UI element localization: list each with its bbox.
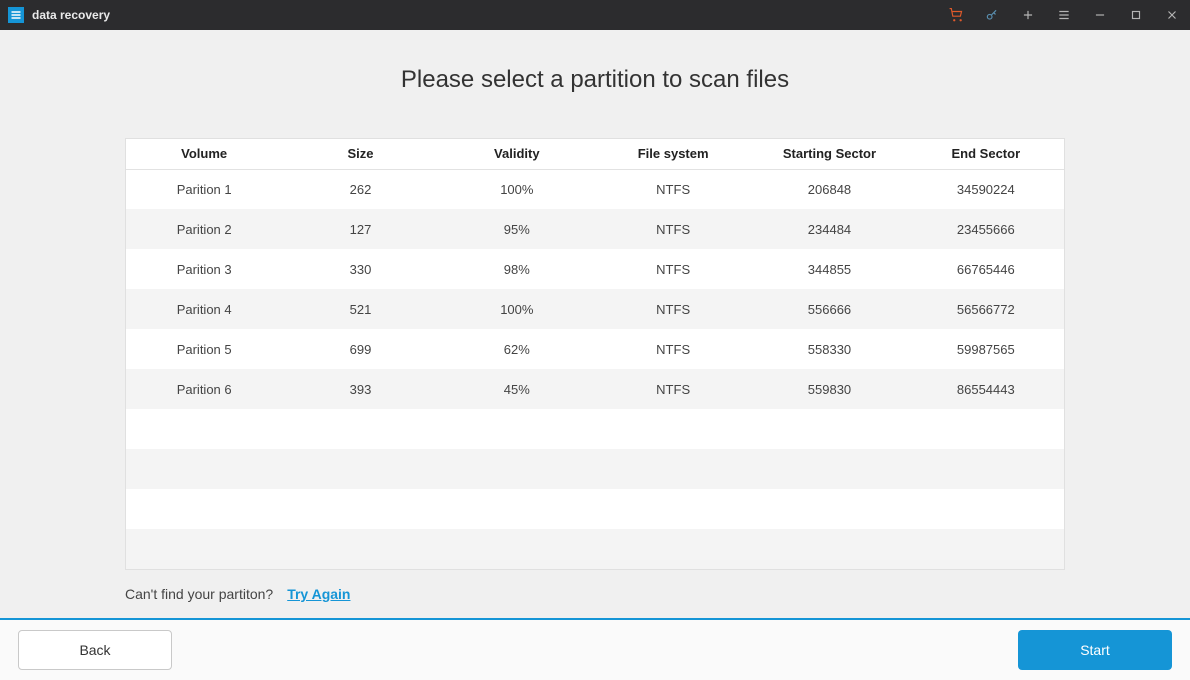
col-validity: Validity: [439, 139, 595, 169]
cell-volume: Parition 3: [126, 249, 282, 289]
cell-volume: Parition 1: [126, 169, 282, 209]
start-button[interactable]: Start: [1018, 630, 1172, 670]
col-volume: Volume: [126, 139, 282, 169]
cell-size: 127: [282, 209, 438, 249]
cell-filesystem: NTFS: [595, 289, 751, 329]
table-row[interactable]: Parition 639345%NTFS55983086554443: [126, 369, 1064, 409]
table-header-row: Volume Size Validity File system Startin…: [126, 139, 1064, 169]
titlebar-left: data recovery: [8, 7, 110, 23]
titlebar: data recovery: [0, 0, 1190, 30]
cell-start_sector: 558330: [751, 329, 907, 369]
partition-table-wrap: Volume Size Validity File system Startin…: [125, 138, 1065, 570]
cell-size: 393: [282, 369, 438, 409]
table-row-empty: [126, 489, 1064, 529]
cell-start_sector: 556666: [751, 289, 907, 329]
app-title: data recovery: [32, 8, 110, 22]
key-icon[interactable]: [974, 0, 1010, 30]
maximize-icon[interactable]: [1118, 0, 1154, 30]
cell-size: 262: [282, 169, 438, 209]
cell-size: 521: [282, 289, 438, 329]
cell-filesystem: NTFS: [595, 369, 751, 409]
close-icon[interactable]: [1154, 0, 1190, 30]
col-start-sector: Starting Sector: [751, 139, 907, 169]
cell-end_sector: 23455666: [908, 209, 1064, 249]
partition-table: Volume Size Validity File system Startin…: [126, 139, 1064, 569]
cell-size: 699: [282, 329, 438, 369]
table-row-empty: [126, 449, 1064, 489]
try-again-link[interactable]: Try Again: [287, 586, 350, 602]
col-end-sector: End Sector: [908, 139, 1064, 169]
cell-validity: 100%: [439, 169, 595, 209]
cell-size: 330: [282, 249, 438, 289]
hint-text: Can't find your partiton?: [125, 586, 273, 602]
cell-end_sector: 56566772: [908, 289, 1064, 329]
table-row[interactable]: Parition 333098%NTFS34485566765446: [126, 249, 1064, 289]
table-row-empty: [126, 409, 1064, 449]
minimize-icon[interactable]: [1082, 0, 1118, 30]
app-logo-icon: [8, 7, 24, 23]
table-row[interactable]: Parition 1262100%NTFS20684834590224: [126, 169, 1064, 209]
cell-filesystem: NTFS: [595, 329, 751, 369]
cell-volume: Parition 4: [126, 289, 282, 329]
table-row-empty: [126, 529, 1064, 569]
cell-end_sector: 86554443: [908, 369, 1064, 409]
cell-validity: 45%: [439, 369, 595, 409]
cell-start_sector: 344855: [751, 249, 907, 289]
cell-filesystem: NTFS: [595, 209, 751, 249]
cell-start_sector: 559830: [751, 369, 907, 409]
cell-end_sector: 59987565: [908, 329, 1064, 369]
cell-end_sector: 34590224: [908, 169, 1064, 209]
cell-volume: Parition 5: [126, 329, 282, 369]
cell-filesystem: NTFS: [595, 249, 751, 289]
footer-bar: Back Start: [0, 618, 1190, 680]
cell-volume: Parition 2: [126, 209, 282, 249]
hint-row: Can't find your partiton? Try Again: [125, 586, 1065, 602]
cell-validity: 95%: [439, 209, 595, 249]
cell-validity: 98%: [439, 249, 595, 289]
main-content: Please select a partition to scan files …: [0, 30, 1190, 618]
cell-end_sector: 66765446: [908, 249, 1064, 289]
menu-icon[interactable]: [1046, 0, 1082, 30]
cell-start_sector: 234484: [751, 209, 907, 249]
cell-start_sector: 206848: [751, 169, 907, 209]
titlebar-right: [938, 0, 1190, 30]
cell-validity: 100%: [439, 289, 595, 329]
cart-icon[interactable]: [938, 0, 974, 30]
col-filesystem: File system: [595, 139, 751, 169]
page-heading: Please select a partition to scan files: [60, 66, 1130, 94]
table-row[interactable]: Parition 569962%NTFS55833059987565: [126, 329, 1064, 369]
cell-volume: Parition 6: [126, 369, 282, 409]
cell-validity: 62%: [439, 329, 595, 369]
col-size: Size: [282, 139, 438, 169]
cell-filesystem: NTFS: [595, 169, 751, 209]
table-row[interactable]: Parition 4521100%NTFS55666656566772: [126, 289, 1064, 329]
plus-icon[interactable]: [1010, 0, 1046, 30]
back-button[interactable]: Back: [18, 630, 172, 670]
table-row[interactable]: Parition 212795%NTFS23448423455666: [126, 209, 1064, 249]
